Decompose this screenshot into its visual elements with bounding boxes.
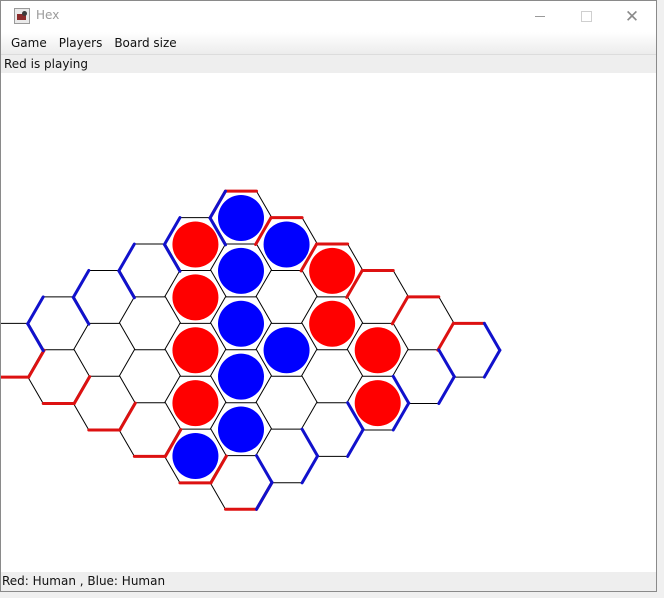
blue-stone [218, 195, 264, 241]
blue-stone [218, 247, 264, 294]
red-stone [172, 274, 219, 321]
players-status: Red: Human , Blue: Human [1, 572, 656, 591]
red-stone [172, 380, 219, 427]
blue-stone [218, 406, 264, 453]
menu-players[interactable]: Players [53, 33, 109, 53]
red-stone [354, 327, 401, 374]
turn-status: Red is playing [1, 55, 656, 73]
hex-window: Hex ✕ Game Players Board size Red is pla… [0, 0, 657, 592]
maximize-button[interactable] [563, 1, 609, 32]
close-icon: ✕ [624, 6, 640, 27]
minimize-button[interactable] [517, 1, 563, 32]
blue-stone [263, 327, 310, 374]
minimize-icon [535, 16, 545, 17]
blue-stone [263, 221, 310, 268]
red-stone [309, 247, 356, 294]
app-icon [14, 8, 30, 24]
red-stone [172, 221, 219, 268]
window-title: Hex [36, 8, 60, 22]
red-stone [354, 380, 401, 427]
blue-stone [172, 432, 219, 479]
board-area [1, 73, 656, 571]
red-stone [309, 300, 356, 347]
close-button[interactable]: ✕ [609, 1, 655, 32]
blue-stone [218, 300, 264, 347]
blue-stone [218, 353, 264, 400]
maximize-icon [580, 11, 592, 22]
red-stone [172, 327, 219, 374]
menu-bar: Game Players Board size [1, 32, 656, 55]
title-bar[interactable]: Hex ✕ [1, 1, 656, 32]
menu-board-size[interactable]: Board size [108, 33, 182, 53]
hex-board[interactable] [1, 73, 656, 571]
menu-game[interactable]: Game [5, 33, 53, 53]
